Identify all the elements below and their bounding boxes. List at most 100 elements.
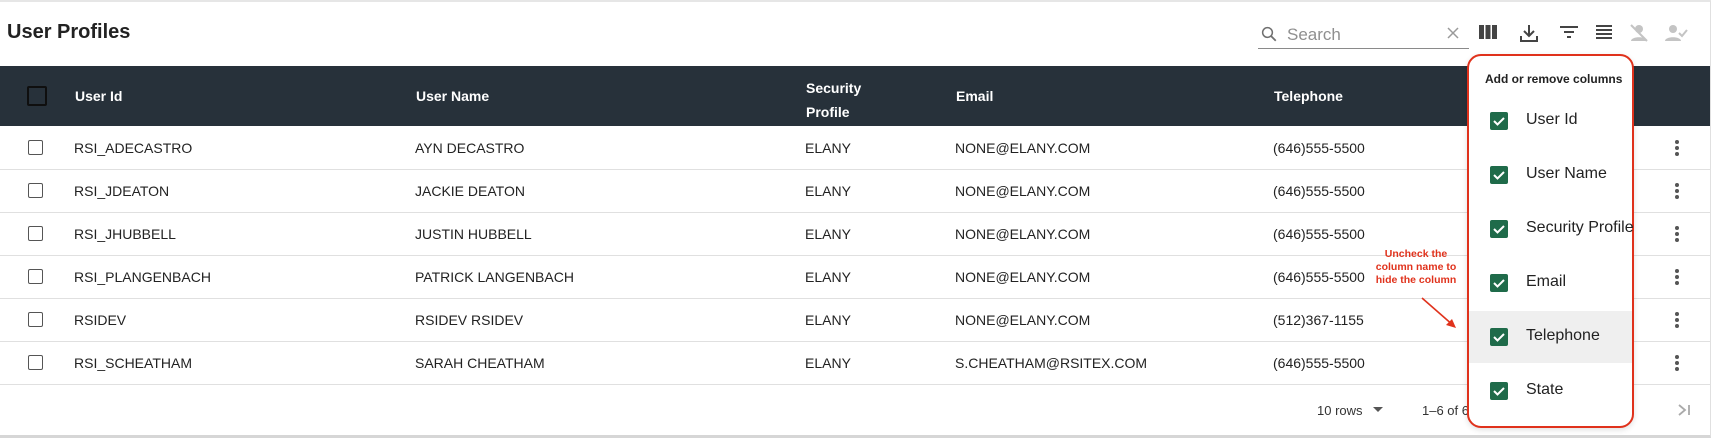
cell-user-name: SARAH CHEATHAM (415, 355, 545, 371)
cell-email: NONE@ELANY.COM (955, 269, 1091, 285)
table-row[interactable]: RSI_JDEATON JACKIE DEATON ELANY NONE@ELA… (0, 169, 1710, 213)
row-checkbox[interactable] (28, 355, 43, 370)
cell-security-profile: ELANY (805, 140, 851, 156)
person-off-icon[interactable] (1628, 22, 1650, 44)
row-checkbox[interactable] (28, 312, 43, 327)
table-header: User Id User Name Security Profile Email… (0, 66, 1710, 126)
cell-user-id: RSI_PLANGENBACH (74, 269, 211, 285)
row-checkbox[interactable] (28, 269, 43, 284)
more-vert-icon[interactable] (1674, 139, 1680, 157)
column-header-security-profile-line2: Profile (806, 104, 850, 120)
cell-user-id: RSI_SCHEATHAM (74, 355, 192, 371)
row-checkbox[interactable] (28, 140, 43, 155)
cell-telephone: (646)555-5500 (1273, 269, 1365, 285)
caret-down-icon[interactable] (1372, 406, 1384, 414)
cell-email: NONE@ELANY.COM (955, 226, 1091, 242)
column-option-label: Security Profile (1526, 219, 1634, 236)
more-vert-icon[interactable] (1674, 354, 1680, 372)
column-header-telephone[interactable]: Telephone (1274, 88, 1343, 104)
more-vert-icon[interactable] (1674, 268, 1680, 286)
search-field[interactable]: Search (1258, 18, 1469, 49)
row-checkbox[interactable] (28, 183, 43, 198)
page-title: User Profiles (7, 21, 131, 43)
person-check-icon[interactable] (1664, 22, 1688, 44)
annotation-note: Uncheck the column name to hide the colu… (1366, 248, 1466, 287)
cell-telephone: (646)555-5500 (1273, 355, 1365, 371)
column-menu-title: Add or remove columns (1485, 72, 1623, 86)
column-header-user-id[interactable]: User Id (75, 88, 122, 104)
checkbox[interactable] (1490, 112, 1508, 130)
filter-icon[interactable] (1558, 22, 1580, 42)
cell-user-id: RSI_JDEATON (74, 183, 170, 199)
check-icon (1493, 387, 1505, 396)
column-menu: Add or remove columns User Id User Name … (1467, 54, 1634, 428)
cell-user-name: RSIDEV RSIDEV (415, 312, 524, 328)
cell-user-name: AYN DECASTRO (415, 140, 525, 156)
column-option-state[interactable]: State (1469, 365, 1632, 417)
column-option-label: User Name (1526, 165, 1607, 182)
column-header-user-name[interactable]: User Name (416, 88, 489, 104)
annotation-line: column name to (1375, 261, 1457, 273)
column-option-label: User Id (1526, 111, 1578, 128)
select-all-checkbox[interactable] (27, 86, 47, 106)
cell-email: NONE@ELANY.COM (955, 140, 1091, 156)
checkbox[interactable] (1490, 328, 1508, 346)
view-columns-icon[interactable] (1478, 22, 1498, 42)
search-input[interactable]: Search (1287, 25, 1341, 45)
more-vert-icon[interactable] (1674, 225, 1680, 243)
cell-user-name: JACKIE DEATON (415, 183, 525, 199)
cell-telephone: (512)367-1155 (1273, 312, 1364, 328)
cell-security-profile: ELANY (805, 355, 851, 371)
column-option-user-id[interactable]: User Id (1469, 95, 1632, 147)
cell-security-profile: ELANY (805, 183, 851, 199)
cell-telephone: (646)555-5500 (1273, 183, 1365, 199)
column-option-email[interactable]: Email (1469, 257, 1632, 309)
cell-telephone: (646)555-5500 (1273, 226, 1365, 242)
column-option-label: Email (1526, 273, 1567, 290)
annotation-line: hide the column (1375, 274, 1457, 286)
last-page-icon[interactable] (1676, 402, 1692, 418)
check-icon (1493, 225, 1505, 234)
density-icon[interactable] (1594, 22, 1614, 42)
checkbox[interactable] (1490, 166, 1508, 184)
annotation-arrow-icon (1421, 297, 1456, 328)
cell-security-profile: ELANY (805, 312, 851, 328)
cell-email: S.CHEATHAM@RSITEX.COM (955, 355, 1148, 371)
more-vert-icon[interactable] (1674, 182, 1680, 200)
column-header-email[interactable]: Email (956, 88, 993, 104)
clear-search-icon[interactable] (1446, 26, 1460, 40)
cell-user-id: RSI_JHUBBELL (74, 226, 176, 242)
check-icon (1493, 117, 1505, 126)
pagination-range: 1–6 of 6 (1422, 403, 1469, 418)
column-option-telephone[interactable]: Telephone (1469, 311, 1632, 363)
table-row[interactable]: RSI_ADECASTRO AYN DECASTRO ELANY NONE@EL… (0, 126, 1710, 170)
search-icon (1261, 26, 1277, 42)
checkbox[interactable] (1490, 382, 1508, 400)
cell-user-id: RSIDEV (74, 312, 127, 328)
cell-user-name: PATRICK LANGENBACH (415, 269, 574, 285)
table-row[interactable]: RSI_SCHEATHAM SARAH CHEATHAM ELANY S.CHE… (0, 341, 1710, 385)
column-header-security-profile-line1: Security (806, 80, 862, 96)
more-vert-icon[interactable] (1674, 311, 1680, 329)
column-option-user-name[interactable]: User Name (1469, 149, 1632, 201)
column-option-security-profile[interactable]: Security Profile (1469, 203, 1634, 255)
check-icon (1493, 171, 1505, 180)
rows-per-page-select[interactable]: 10 rows (1317, 403, 1363, 418)
cell-email: NONE@ELANY.COM (955, 183, 1091, 199)
cell-security-profile: ELANY (805, 226, 851, 242)
download-icon[interactable] (1518, 22, 1540, 44)
row-checkbox[interactable] (28, 226, 43, 241)
checkbox[interactable] (1490, 274, 1508, 292)
check-icon (1493, 279, 1505, 288)
cell-user-name: JUSTIN HUBBELL (415, 226, 532, 242)
checkbox[interactable] (1490, 220, 1508, 238)
annotation-line: Uncheck the (1384, 248, 1448, 260)
cell-telephone: (646)555-5500 (1273, 140, 1365, 156)
column-header-security-profile[interactable]: Security Profile (806, 76, 861, 124)
column-option-label: State (1526, 381, 1564, 398)
cell-user-id: RSI_ADECASTRO (74, 140, 193, 156)
column-option-label: Telephone (1526, 327, 1600, 344)
cell-security-profile: ELANY (805, 269, 851, 285)
cell-email: NONE@ELANY.COM (955, 312, 1091, 328)
check-icon (1493, 333, 1505, 342)
